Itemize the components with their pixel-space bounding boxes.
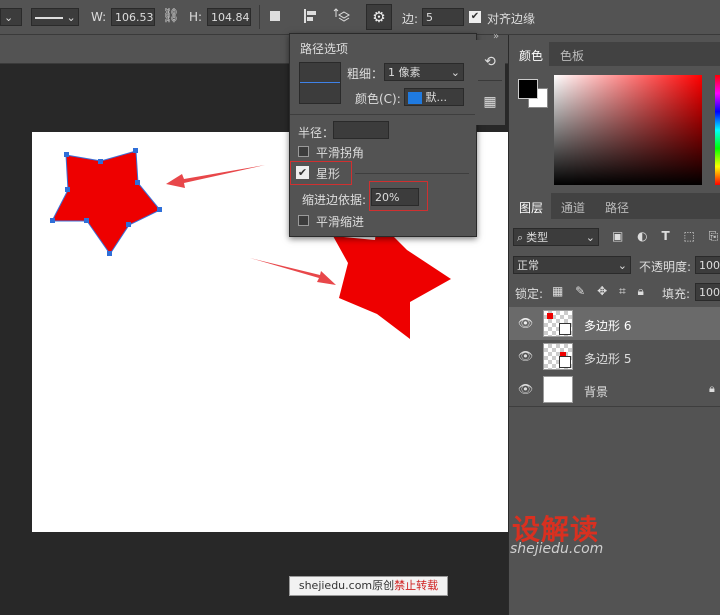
stroke-preview <box>299 62 341 104</box>
type-filter-icon[interactable]: T <box>661 229 669 243</box>
width-field[interactable]: 106.53 <box>111 8 155 26</box>
tab-channels-label[interactable]: 通道 <box>561 199 585 216</box>
opacity-field[interactable]: 100% <box>695 256 720 274</box>
height-field[interactable]: 104.84 <box>207 8 251 26</box>
layer-name: 多边形 5 <box>584 352 632 366</box>
smooth-indent-checkbox[interactable] <box>298 215 309 226</box>
options-bar: ⌄ ⌄ W: 106.53 ⛓ H: 104.84 ⚙ 边: 5 ✔ 对齐边缘 <box>0 0 720 35</box>
tab-layers-label: 图层 <box>519 201 544 215</box>
smooth-indent-label: 平滑缩进 <box>316 215 365 229</box>
smooth-corners-checkbox[interactable] <box>298 146 309 157</box>
layer-name: 背景 <box>584 385 609 399</box>
tab-paths-label[interactable]: 路径 <box>605 199 629 216</box>
star-label: 星形 <box>316 167 341 181</box>
panel-title: 路径选项 <box>300 42 349 56</box>
weight-dropdown[interactable]: 1 像素 ⌄ <box>384 63 464 81</box>
radius-label: 半径： <box>298 126 335 140</box>
sides-label: 边: <box>402 12 419 26</box>
star-shape <box>333 220 451 339</box>
shape-filter-icon[interactable]: ⬚ <box>684 229 695 243</box>
lock-pixels-icon[interactable]: ✎ <box>575 284 585 298</box>
lock-icons: ▦ ✎ ✥ ⌗ 🔒︎ <box>552 284 662 299</box>
color-dropdown[interactable]: 默... <box>404 88 464 106</box>
blend-mode-dropdown[interactable]: 正常 ⌄ <box>513 256 631 274</box>
color-picker-field[interactable] <box>554 75 702 185</box>
divider <box>259 5 260 29</box>
footer-site: shejiedu.com原创 <box>298 579 395 592</box>
properties-icon[interactable]: ▦ <box>481 94 499 112</box>
layer-row-selected[interactable]: 👁︎ 多边形 6 <box>509 307 720 341</box>
stroke-style-dropdown[interactable]: ⌄ <box>31 8 79 26</box>
fill-field[interactable]: 100% <box>695 283 720 301</box>
divider <box>355 173 469 174</box>
tab-swatches-label[interactable]: 色板 <box>560 47 584 64</box>
layers-panel-tabs: 图层 通道 路径 <box>509 193 720 219</box>
weight-label: 粗细： <box>347 67 384 81</box>
visibility-eye-icon[interactable]: 👁︎ <box>518 349 533 363</box>
pixel-filter-icon[interactable]: ▣ <box>612 229 623 243</box>
foreground-color-swatch[interactable] <box>518 79 538 99</box>
color-label: 颜色(C): <box>355 92 401 106</box>
fill-label: 填充: <box>662 287 691 301</box>
footer-warning: 禁止转载 <box>394 579 439 592</box>
layer-name: 多边形 6 <box>584 319 632 333</box>
smart-object-filter-icon[interactable]: ⎘ <box>709 229 719 243</box>
radius-field[interactable] <box>333 121 389 139</box>
path-options-panel: 路径选项 粗细： 1 像素 ⌄ 颜色(C): 默... 半径： 平滑拐角 ✔ 星形… <box>289 33 477 237</box>
domain-watermark: shejiedu.com <box>510 541 604 557</box>
mini-tool-strip: ⟲ ▦ <box>475 40 505 125</box>
color-panel-tabs: 颜色 色板 <box>509 42 720 66</box>
star-shape-selected <box>51 150 161 255</box>
height-label: H: <box>189 10 203 24</box>
smooth-corners-label: 平滑拐角 <box>316 146 365 160</box>
indent-label: 缩进边依据: <box>302 193 367 207</box>
layer-thumbnail <box>543 310 573 337</box>
annotation-arrow <box>250 258 336 285</box>
visibility-eye-icon[interactable]: 👁︎ <box>518 382 533 396</box>
lock-label: 锁定: <box>515 287 544 301</box>
stroke-type-dropdown[interactable]: ⌄ <box>0 8 22 26</box>
lock-position-icon[interactable]: ✥ <box>597 284 607 298</box>
lock-artboard-icon[interactable]: ⌗ <box>619 284 626 298</box>
layer-row[interactable]: 👁︎ 背景 🔒︎ <box>509 373 720 407</box>
filter-icons: ▣ ◐ T ⬚ ⎘ <box>612 229 720 245</box>
lock-all-icon[interactable]: 🔒︎ <box>638 284 644 298</box>
star-checkbox[interactable]: ✔ <box>296 166 309 179</box>
lock-transparency-icon[interactable]: ▦ <box>552 284 563 298</box>
divider <box>290 114 476 115</box>
align-edges-checkbox[interactable]: ✔ <box>469 11 481 23</box>
indent-field[interactable]: 20% <box>371 188 419 206</box>
layer-thumbnail <box>543 343 573 370</box>
layer-filter-dropdown[interactable]: ⌕ 类型 ⌄ <box>513 228 599 246</box>
layer-row[interactable]: 👁︎ 多边形 5 <box>509 340 720 374</box>
path-arrangement-icon[interactable] <box>333 8 351 24</box>
hue-slider[interactable] <box>715 75 720 185</box>
link-icon[interactable]: ⛓ <box>162 8 180 24</box>
layer-thumbnail <box>543 376 573 403</box>
path-operations-icon[interactable] <box>270 11 280 21</box>
adjustment-filter-icon[interactable]: ◐ <box>637 229 647 243</box>
width-label: W: <box>91 10 107 24</box>
align-edges-label: 对齐边缘 <box>487 12 536 26</box>
history-icon[interactable]: ⟲ <box>481 54 499 72</box>
divider <box>478 80 502 81</box>
tab-color-label: 颜色 <box>519 49 544 63</box>
footer-watermark: shejiedu.com原创禁止转载 <box>289 576 448 596</box>
lock-icon: 🔒︎ <box>709 382 715 395</box>
opacity-label: 不透明度: <box>639 260 692 274</box>
gear-icon[interactable]: ⚙ <box>366 4 392 30</box>
annotation-arrow <box>166 165 265 188</box>
visibility-eye-icon[interactable]: 👁︎ <box>518 316 533 330</box>
sides-field[interactable]: 5 <box>422 8 464 26</box>
path-alignment-icon[interactable] <box>304 9 318 23</box>
